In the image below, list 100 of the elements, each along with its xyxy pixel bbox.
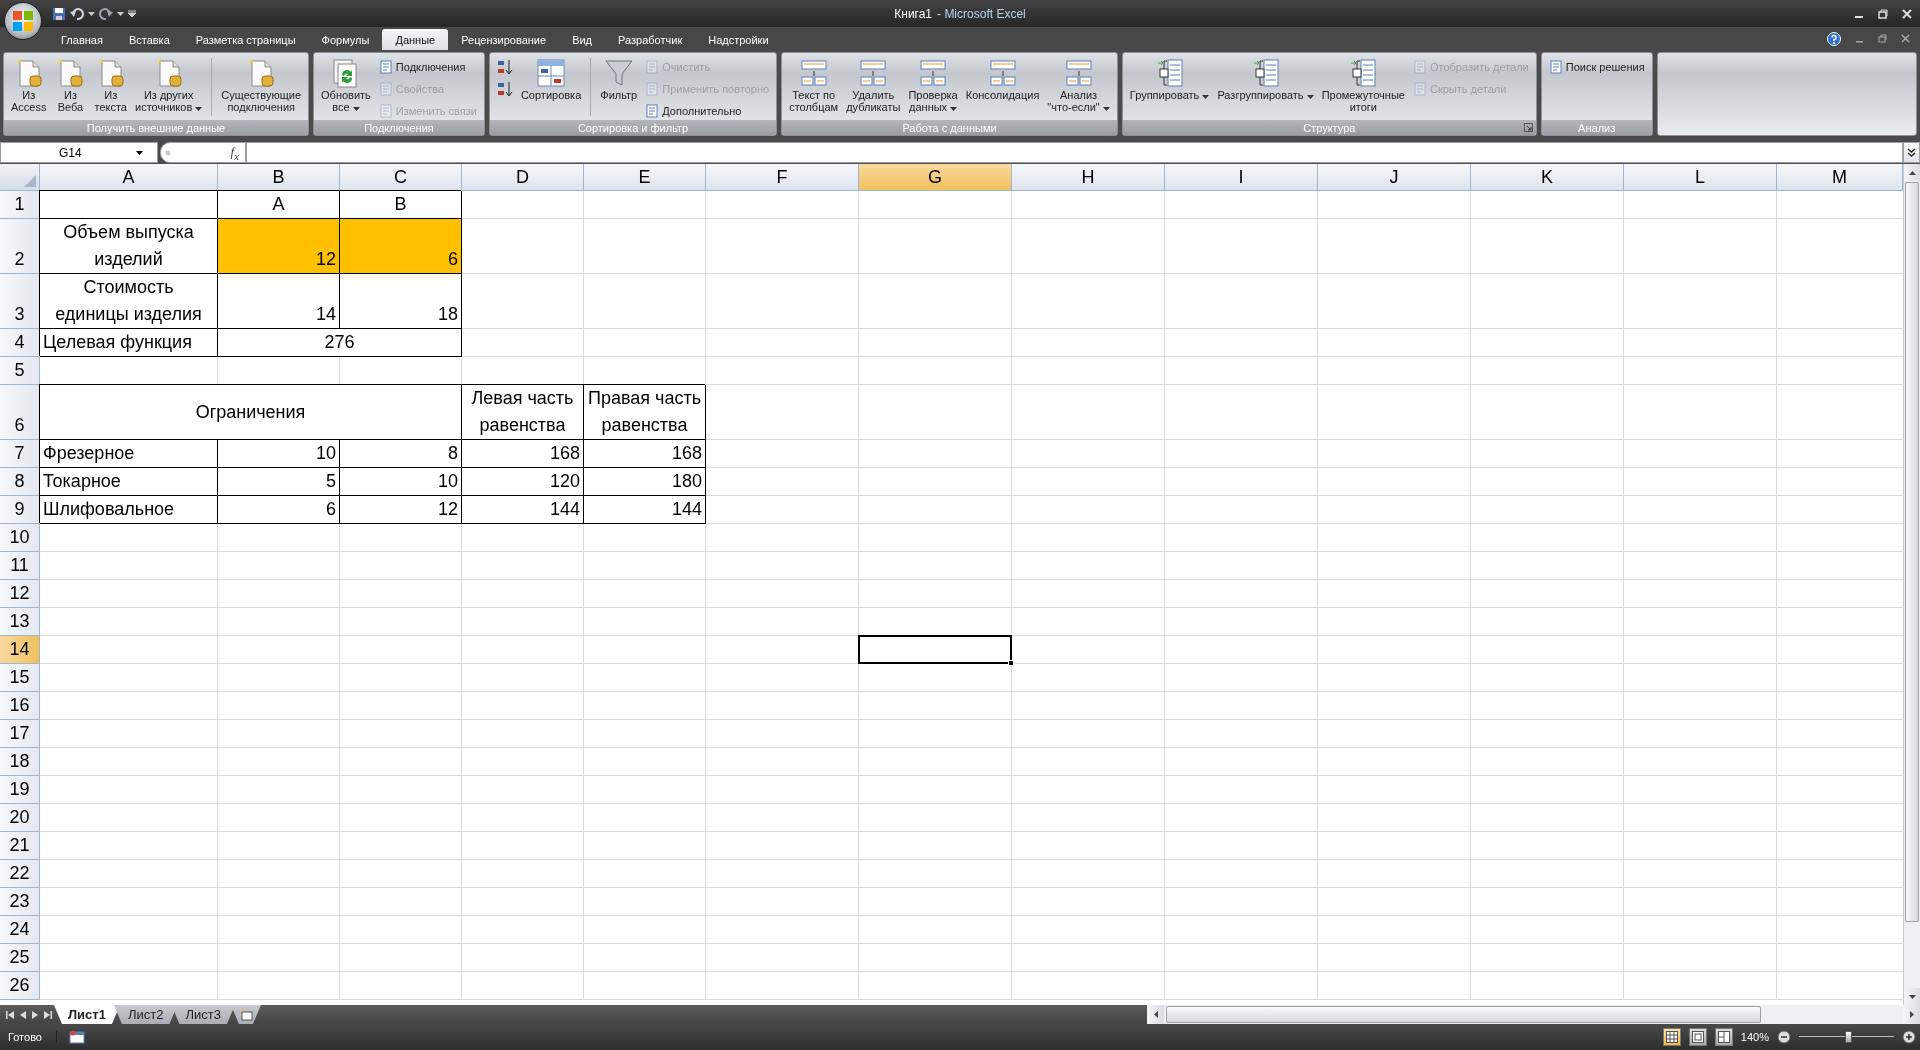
ribbon-button[interactable]: Проверка данных [905,56,961,114]
row-header[interactable]: 5 [0,357,40,385]
ribbon-button[interactable]: Фильтр [597,56,641,102]
row-header[interactable]: 11 [0,552,40,580]
horizontal-scrollbar[interactable] [1147,1005,1920,1024]
row-header[interactable]: 17 [0,720,40,748]
ribbon-button[interactable]: Поиск решения [1545,57,1648,76]
ribbon-button[interactable]: Подключения [375,57,480,76]
row-header[interactable]: 26 [0,972,40,1000]
dialog-launcher-icon[interactable] [1523,123,1533,132]
new-sheet-button[interactable] [230,1005,261,1024]
row-header[interactable]: 6 [0,385,40,440]
row-header[interactable]: 22 [0,860,40,888]
name-box[interactable]: G14 [0,142,158,163]
view-button[interactable] [1662,1028,1681,1046]
row-header[interactable]: 19 [0,776,40,804]
zoom-out-icon[interactable] [1777,1030,1791,1044]
ribbon-button[interactable]: Промежуточные итоги [1318,56,1408,114]
row-header[interactable]: 14 [0,636,40,664]
ribbon-button[interactable]: Группировать [1126,56,1213,102]
ribbon-tab[interactable]: Данные [382,29,449,50]
ribbon-tab[interactable]: Вид [559,29,606,50]
scroll-right-button[interactable] [1903,1005,1920,1024]
restore-icon[interactable] [1878,8,1888,19]
row-header[interactable]: 3 [0,274,40,329]
row-header[interactable]: 15 [0,664,40,692]
ribbon-tab[interactable]: Главная [48,29,116,50]
column-header[interactable]: G [859,164,1012,190]
ribbon-tab[interactable]: Надстройки [695,29,782,50]
row-header[interactable]: 13 [0,608,40,636]
vertical-scrollbar[interactable] [1903,164,1920,1005]
insert-function-button[interactable]: f$_{x}$ [230,143,239,162]
row-header[interactable]: 4 [0,329,40,357]
ribbon-button[interactable]: Сортировка [517,56,585,102]
ribbon-button[interactable]: Обновить все [318,56,374,114]
row-header[interactable]: 2 [0,219,40,274]
selected-cell[interactable] [858,635,1012,664]
row-header[interactable]: 20 [0,804,40,832]
row-header[interactable]: 8 [0,468,40,496]
ribbon-button[interactable]: Анализ "что-если" [1044,56,1113,114]
help-icon[interactable] [1827,31,1841,46]
ribbon-button[interactable]: Из Access [8,56,50,114]
sheet-tab[interactable]: Лист3 [171,1005,235,1024]
scroll-left-button[interactable] [1147,1005,1164,1024]
column-header[interactable]: E [584,164,706,190]
view-button[interactable] [1714,1028,1733,1046]
ribbon-button[interactable]: Удалить дубликаты [843,56,904,114]
ribbon-tab[interactable]: Разметка страницы [182,29,309,50]
column-header[interactable]: H [1012,164,1165,190]
macro-record-icon[interactable] [68,1030,85,1044]
column-header[interactable]: K [1471,164,1624,190]
ribbon-tab[interactable]: Разработчик [605,29,696,50]
ribbon-button[interactable]: Текст по столбцам [786,56,842,114]
row-header[interactable]: 1 [0,191,40,219]
ribbon-tab[interactable]: Вставка [115,29,183,50]
row-header[interactable]: 23 [0,888,40,916]
ribbon-tab[interactable]: Формулы [308,29,383,50]
column-header[interactable]: L [1624,164,1777,190]
view-button[interactable] [1688,1028,1707,1046]
ribbon-button[interactable]: Из Веба [51,56,90,114]
previous-sheet-icon[interactable] [20,1010,26,1019]
expand-formula-button[interactable] [1903,142,1920,163]
ribbon-tab[interactable]: Рецензирование [448,29,560,50]
ribbon-button[interactable]: Из других источников [132,56,206,114]
redo-icon[interactable] [99,6,113,21]
zoom-level[interactable]: 140% [1740,1031,1769,1043]
ribbon-button[interactable]: Консолидация [962,56,1043,102]
formula-input[interactable] [246,142,1903,163]
column-header[interactable]: C [340,164,462,190]
zoom-in-icon[interactable] [1902,1030,1916,1044]
row-header[interactable]: 16 [0,692,40,720]
row-header[interactable]: 10 [0,524,40,552]
next-sheet-icon[interactable] [32,1010,38,1019]
row-header[interactable]: 7 [0,440,40,468]
ribbon-button[interactable]: Из текста [91,56,130,114]
column-header[interactable]: I [1165,164,1318,190]
ribbon-button[interactable]: Существующие подключения [218,56,305,114]
fill-handle[interactable] [1008,660,1014,666]
undo-icon[interactable] [70,6,84,21]
scroll-thumb[interactable] [1166,1006,1761,1023]
scroll-down-button[interactable] [1904,988,1920,1005]
row-header[interactable]: 12 [0,580,40,608]
column-header[interactable]: D [462,164,584,190]
ribbon-button[interactable]: Разгруппировать [1214,56,1317,102]
save-icon[interactable] [52,6,66,21]
column-header[interactable]: F [706,164,859,190]
row-header[interactable]: 21 [0,832,40,860]
scroll-thumb[interactable] [1905,182,1919,922]
column-header[interactable]: B [218,164,340,190]
row-header[interactable]: 18 [0,748,40,776]
first-sheet-icon[interactable] [6,1010,14,1019]
last-sheet-icon[interactable] [44,1010,52,1019]
row-header[interactable]: 9 [0,496,40,524]
zoom-slider-thumb[interactable] [1845,1031,1853,1043]
column-header[interactable]: A [40,164,218,190]
row-header[interactable]: 25 [0,944,40,972]
column-header[interactable]: J [1318,164,1471,190]
ribbon-button[interactable]: Дополнительно [642,101,773,120]
customize-icon[interactable] [128,9,136,18]
row-header[interactable]: 24 [0,916,40,944]
